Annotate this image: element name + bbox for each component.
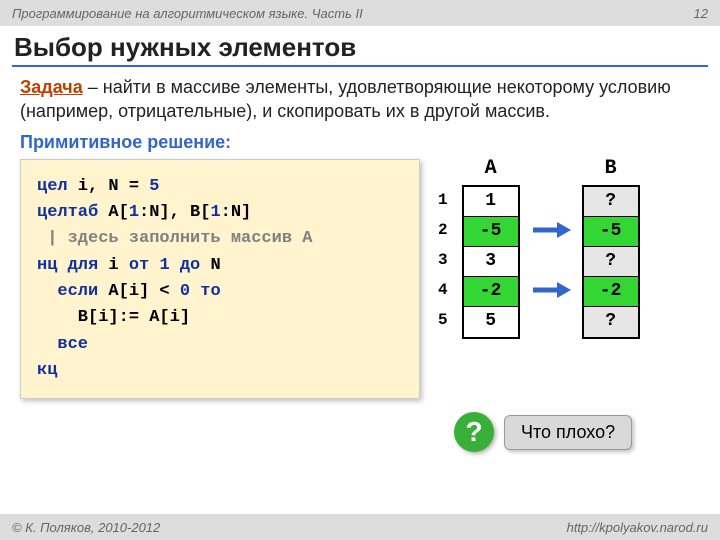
task-body: – найти в массиве элементы, удовлетворяю… xyxy=(20,77,671,121)
arrow-right-icon xyxy=(531,220,571,240)
array-b-cell: ? xyxy=(584,307,638,337)
code-box: цел i, N = 5 целтаб A[1:N], B[1:N] | зде… xyxy=(20,159,420,400)
array-a-cell: -2 xyxy=(464,277,518,307)
arrow-slot xyxy=(530,185,572,215)
array-b-cell: -5 xyxy=(584,217,638,247)
page-number: 12 xyxy=(694,6,708,21)
title-underline xyxy=(12,65,708,67)
row-index: 3 xyxy=(438,245,452,275)
array-b-head: B xyxy=(605,159,617,185)
task-label: Задача xyxy=(20,77,83,97)
arrow-right-icon xyxy=(531,280,571,300)
index-column: 12345 xyxy=(438,185,452,335)
array-a: A 1-53-25 xyxy=(462,159,520,339)
array-a-cell: 1 xyxy=(464,187,518,217)
main-area: цел i, N = 5 целтаб A[1:N], B[1:N] | зде… xyxy=(20,159,700,400)
array-a-cell: 3 xyxy=(464,247,518,277)
row-index: 1 xyxy=(438,185,452,215)
copyright: © К. Поляков, 2010-2012 xyxy=(12,520,160,535)
question-mark-icon: ? xyxy=(454,412,494,452)
content: Задача – найти в массиве элементы, удовл… xyxy=(0,75,720,399)
question-text: Что плохо? xyxy=(504,415,632,450)
site-url: http://kpolyakov.narod.ru xyxy=(567,520,708,535)
slide-title: Выбор нужных элементов xyxy=(0,26,720,65)
array-a-cell: -5 xyxy=(464,217,518,247)
primitive-solution-label: Примитивное решение: xyxy=(20,132,700,153)
array-b-cell: ? xyxy=(584,247,638,277)
arrow-column xyxy=(530,185,572,335)
array-a-cell: 5 xyxy=(464,307,518,337)
array-b: B ?-5?-2? xyxy=(582,159,640,339)
header-left: Программирование на алгоритмическом язык… xyxy=(12,6,363,21)
row-index: 4 xyxy=(438,275,452,305)
arrow-slot xyxy=(530,245,572,275)
row-index: 5 xyxy=(438,305,452,335)
row-index: 2 xyxy=(438,215,452,245)
array-b-cell: ? xyxy=(584,187,638,217)
question-badge: ? Что плохо? xyxy=(454,412,632,452)
arrow-slot xyxy=(530,215,572,245)
header-bar: Программирование на алгоритмическом язык… xyxy=(0,0,720,26)
arrays-area: 12345 A 1-53-25 B ?-5?-2? xyxy=(438,159,640,400)
array-a-head: A xyxy=(485,159,497,185)
footer-bar: © К. Поляков, 2010-2012 http://kpolyakov… xyxy=(0,514,720,540)
arrow-slot xyxy=(530,275,572,305)
task-text: Задача – найти в массиве элементы, удовл… xyxy=(20,75,700,124)
array-b-cell: -2 xyxy=(584,277,638,307)
arrow-slot xyxy=(530,305,572,335)
